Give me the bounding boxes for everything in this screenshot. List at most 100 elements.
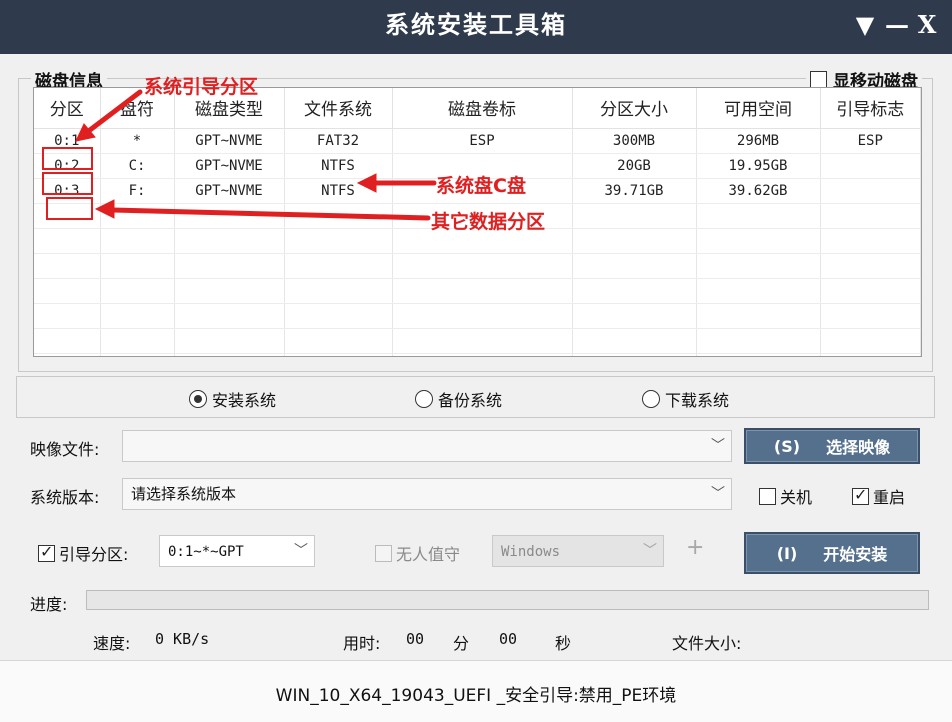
radio-backup[interactable]: 备份系统 — [415, 387, 502, 411]
minimize-button[interactable]: — — [884, 8, 910, 42]
column-header[interactable]: 文件系统 — [284, 88, 393, 129]
highlight-box-system — [42, 172, 93, 195]
radio-download[interactable]: 下载系统 — [642, 387, 729, 411]
checkbox-box[interactable] — [38, 542, 55, 562]
table-cell — [572, 203, 697, 229]
table-cell — [174, 253, 285, 279]
table-cell — [696, 253, 821, 279]
select-image-label: 选择映像 — [826, 438, 891, 457]
add-plus-icon[interactable]: + — [686, 535, 704, 560]
checkbox-box[interactable] — [759, 487, 776, 505]
table-cell — [100, 203, 175, 229]
file-size-label: 文件大小: — [672, 634, 742, 653]
table-cell — [100, 278, 175, 304]
table-cell: GPT~NVME — [174, 153, 285, 179]
radio-install[interactable]: 安装系统 — [189, 387, 276, 411]
table-cell — [696, 353, 821, 356]
shutdown-label: 关机 — [780, 488, 813, 507]
table-cell — [174, 228, 285, 254]
table-cell — [392, 353, 573, 356]
radio-backup-label: 备份系统 — [438, 391, 503, 410]
table-cell — [174, 203, 285, 229]
column-header[interactable]: 分区大小 — [572, 88, 697, 129]
restart-checkbox[interactable]: 重启 — [852, 484, 905, 508]
table-cell — [696, 228, 821, 254]
table-cell — [572, 228, 697, 254]
table-cell — [34, 253, 101, 279]
progress-bar — [86, 590, 929, 610]
table-row-empty — [34, 278, 921, 304]
table-cell — [34, 278, 101, 304]
table-cell — [392, 278, 573, 304]
table-cell — [174, 278, 285, 304]
boot-partition-combo[interactable]: 0:1~*~GPT ﹀ — [159, 535, 315, 567]
column-header[interactable]: 引导标志 — [820, 88, 921, 129]
radio-dot[interactable] — [415, 390, 433, 408]
table-cell — [34, 228, 101, 254]
table-cell: FAT32 — [284, 128, 393, 154]
version-combo[interactable]: 请选择系统版本 ﹀ — [122, 478, 732, 510]
checkbox-box[interactable] — [375, 544, 392, 562]
table-cell — [392, 253, 573, 279]
select-image-button[interactable]: (S) 选择映像 — [744, 428, 920, 464]
start-install-hotkey: (I) — [776, 543, 798, 563]
radio-download-label: 下载系统 — [665, 391, 730, 410]
table-cell — [696, 203, 821, 229]
boot-partition-checkbox[interactable]: 引导分区: — [38, 541, 128, 565]
time-label: 用时: — [343, 634, 381, 653]
checkbox-box[interactable] — [852, 485, 869, 505]
title-bar: 系统安装工具箱 ▼ — X — [0, 0, 952, 54]
table-cell: 300MB — [572, 128, 697, 154]
checkbox-box[interactable] — [810, 71, 827, 88]
column-header[interactable]: 可用空间 — [696, 88, 821, 129]
table-cell — [696, 303, 821, 329]
radio-install-label: 安装系统 — [212, 391, 277, 410]
table-cell — [284, 228, 393, 254]
table-cell — [34, 328, 101, 354]
footer-text: WIN_10_X64_19043_UEFI _安全引导:禁用_PE环境 — [275, 686, 677, 706]
chevron-down-icon: ﹀ — [294, 543, 308, 559]
table-cell: ESP — [820, 128, 921, 154]
unattended-checkbox[interactable]: 无人值守 — [375, 541, 460, 565]
column-header[interactable]: 磁盘卷标 — [392, 88, 573, 129]
version-value: 请选择系统版本 — [131, 485, 237, 503]
table-cell — [174, 303, 285, 329]
unattended-os-value: Windows — [501, 544, 561, 560]
unattended-label: 无人值守 — [396, 545, 461, 564]
table-row-empty — [34, 303, 921, 329]
table-cell — [820, 328, 921, 354]
radio-dot[interactable] — [642, 390, 660, 408]
table-cell — [696, 328, 821, 354]
table-cell — [820, 303, 921, 329]
table-cell — [284, 253, 393, 279]
annotation-boot-partition: 系统引导分区 — [144, 76, 259, 98]
start-install-label: 开始安装 — [823, 545, 888, 564]
column-header[interactable]: 分区 — [34, 88, 101, 129]
app-body: 磁盘信息 显移动磁盘 分区 盘符 磁盘类型 文件系统 磁盘卷标 分区大小 可用空间 引导标志 … — [0, 54, 952, 722]
select-image-hotkey: (S) — [773, 436, 801, 456]
table-cell — [100, 328, 175, 354]
chevron-down-icon: ﹀ — [711, 438, 725, 454]
menu-dropdown-icon[interactable]: ▼ — [852, 8, 878, 42]
radio-dot[interactable] — [189, 390, 207, 408]
table-cell — [284, 353, 393, 356]
table-cell: F: — [100, 178, 175, 204]
table-cell: ESP — [392, 128, 573, 154]
table-cell — [820, 353, 921, 356]
table-cell — [820, 178, 921, 204]
table-row-empty — [34, 328, 921, 354]
image-file-combo[interactable]: ﹀ — [122, 430, 732, 462]
table-row-empty — [34, 353, 921, 356]
unattended-os-combo[interactable]: Windows ﹀ — [492, 535, 664, 567]
table-row[interactable]: 0:1 * GPT~NVME FAT32 ESP 300MB 296MB ESP — [34, 128, 921, 154]
shutdown-checkbox[interactable]: 关机 — [759, 484, 812, 508]
table-cell — [820, 278, 921, 304]
close-button[interactable]: X — [914, 8, 940, 42]
start-install-button[interactable]: (I) 开始安装 — [744, 532, 920, 574]
version-label: 系统版本: — [30, 488, 100, 507]
table-cell — [284, 203, 393, 229]
table-cell — [696, 278, 821, 304]
mode-selector: 安装系统 备份系统 下载系统 — [16, 376, 935, 418]
annotation-system-disk: 系统盘C盘 — [436, 175, 526, 197]
time-min-unit: 分 — [453, 634, 470, 653]
